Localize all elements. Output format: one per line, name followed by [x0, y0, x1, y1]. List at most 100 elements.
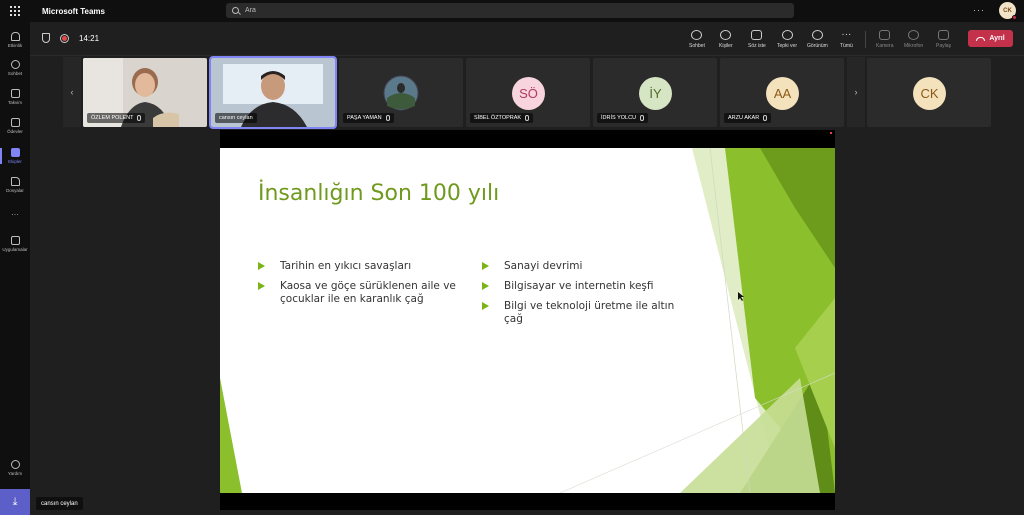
rail-label: Ekipler [8, 159, 22, 164]
phone-hangup-icon [976, 36, 986, 41]
chat-button[interactable]: Sohbet [689, 26, 705, 52]
slide-bullet: Bilgi ve teknoloji üretme ile altın çağ [482, 300, 682, 326]
profile-initials: CK [1003, 7, 1012, 14]
participant-tile-sibel-oztoprak[interactable]: SÖ SİBEL ÖZTOPRAK [466, 58, 590, 127]
more-apps-icon[interactable]: ··· [0, 210, 30, 219]
calendar-icon [10, 89, 20, 98]
presentation-slide: İnsanlığın Son 100 yılı Tarihin en yıkıc… [220, 148, 835, 493]
chevron-right-icon: › [854, 87, 858, 97]
mic-off-icon [908, 29, 920, 40]
mic-off-icon [525, 115, 530, 121]
chat-label: Sohbet [689, 42, 705, 49]
view-icon [811, 29, 823, 40]
rail-item-teams[interactable]: Ekipler [0, 142, 30, 170]
view-button[interactable]: Görünüm [807, 26, 828, 52]
participant-name: SİBEL ÖZTOPRAK [474, 115, 522, 121]
self-view-tile[interactable]: CK [867, 58, 991, 127]
more-options-icon[interactable]: ··· [973, 5, 985, 15]
participant-tile-arzu-akar[interactable]: AA ARZU AKAR [720, 58, 844, 127]
search-input[interactable]: Ara [226, 3, 794, 18]
presenter-name-tag: cansın ceylan [36, 497, 83, 510]
rail-label: Etkinlik [7, 43, 23, 48]
mouse-cursor-icon [738, 292, 744, 301]
slide-bullet: Bilgisayar ve internetin keşfi [482, 280, 682, 293]
camera-off-icon [879, 29, 891, 40]
assignments-icon [10, 118, 20, 127]
participants-prev-button[interactable]: ‹ [63, 57, 81, 127]
participant-initials-avatar: İY [639, 77, 672, 110]
mic-off-icon [137, 115, 142, 121]
leave-button[interactable]: Ayrıl [968, 30, 1013, 47]
chat-icon [10, 60, 20, 69]
rail-item-calendar[interactable]: Takvim [0, 83, 30, 111]
people-button[interactable]: Kişiler [719, 26, 733, 52]
teams-window: Microsoft Teams Ara ··· CK Etkinlik Sohb… [0, 0, 1024, 515]
more-label: Tümü [840, 42, 853, 49]
participant-name-tag: ARZU AKAR [724, 113, 772, 123]
people-label: Kişiler [719, 42, 733, 49]
more-icon: ··· [841, 28, 852, 40]
participant-name: ÖZLEM POLENT [91, 115, 134, 121]
search-icon [232, 7, 239, 14]
app-launcher-icon[interactable] [0, 0, 30, 22]
download-button[interactable]: ⤓ [0, 489, 30, 515]
mic-label: Mikrofon [904, 42, 924, 49]
hand-icon [751, 29, 763, 40]
meeting-toolbar: 14:21 Sohbet Kişiler Söz iste Tepki ver … [30, 22, 1024, 56]
participant-tile-ozlem-polent[interactable]: ÖZLEM POLENT [83, 58, 207, 127]
shared-content-stage: İnsanlığın Son 100 yılı Tarihin en yıkıc… [220, 130, 835, 510]
help-icon [10, 460, 20, 469]
rail-item-assignments[interactable]: Ödevler [0, 112, 30, 140]
rail-item-apps[interactable]: Uygulamalar [0, 230, 30, 258]
meeting-timer: 14:21 [79, 33, 100, 43]
more-button[interactable]: ··· Tümü [840, 26, 853, 52]
search-placeholder: Ara [245, 7, 256, 14]
teams-icon [10, 148, 20, 157]
slide-bullet: Kaosa ve göçe sürüklenen aile ve çocukla… [258, 280, 468, 306]
mic-button[interactable]: Mikrofon [904, 26, 923, 52]
participant-tile-idris-yolcu[interactable]: İY İDRİS YOLCU [593, 58, 717, 127]
rail-item-chat[interactable]: Sohbet [0, 54, 30, 82]
participant-name-tag: cansın ceylan [215, 113, 257, 123]
mic-off-icon [640, 115, 645, 121]
people-icon [720, 29, 732, 40]
react-button[interactable]: Tepki ver [777, 26, 797, 52]
rail-item-activity[interactable]: Etkinlik [0, 26, 30, 54]
rail-label: Takvim [7, 100, 22, 105]
mic-off-icon [385, 115, 390, 121]
app-bar: Etkinlik Sohbet Takvim Ödevler Ekipler D… [0, 22, 30, 515]
camera-button[interactable]: Kamera [876, 26, 894, 52]
chevron-left-icon: ‹ [70, 87, 74, 97]
rail-label: Dosyalar [6, 188, 24, 193]
files-icon [10, 177, 20, 186]
slide-bullets-right: Sanayi devrimi Bilgisayar ve internetin … [482, 260, 682, 333]
presence-busy-icon [1012, 15, 1017, 20]
raise-hand-button[interactable]: Söz iste [748, 26, 766, 52]
slide-bullet: Sanayi devrimi [482, 260, 682, 273]
apps-icon [10, 236, 20, 245]
participant-name-tag: İDRİS YOLCU [597, 113, 649, 123]
participant-name: cansın ceylan [219, 115, 253, 121]
rail-label: Yardım [7, 471, 23, 476]
profile-avatar[interactable]: CK [999, 2, 1017, 20]
mic-off-icon [763, 115, 768, 121]
participants-next-button[interactable]: › [847, 57, 865, 127]
participant-tile-cansin-ceylan[interactable]: cansın ceylan [209, 56, 337, 129]
camera-label: Kamera [876, 42, 894, 49]
participant-name: PAŞA YAMAN [347, 115, 382, 121]
recording-icon [60, 33, 69, 43]
participant-name-tag: SİBEL ÖZTOPRAK [470, 113, 534, 123]
rail-label: Uygulamalar [2, 247, 28, 252]
shield-icon[interactable] [42, 33, 50, 43]
toolbar-divider [865, 31, 866, 48]
leave-label: Ayrıl [989, 35, 1005, 42]
participant-tile-pasa-yaman[interactable]: PAŞA YAMAN [339, 58, 463, 127]
participant-initials-avatar: AA [766, 77, 799, 110]
rail-item-files[interactable]: Dosyalar [0, 171, 30, 199]
slide-title: İnsanlığın Son 100 yılı [258, 181, 500, 206]
participant-name-tag: ÖZLEM POLENT [87, 113, 146, 123]
rail-item-help[interactable]: Yardım [0, 454, 30, 482]
view-label: Görünüm [807, 42, 828, 49]
share-button[interactable]: Paylaş [936, 26, 951, 52]
slide-bullet: Tarihin en yıkıcı savaşları [258, 260, 468, 273]
